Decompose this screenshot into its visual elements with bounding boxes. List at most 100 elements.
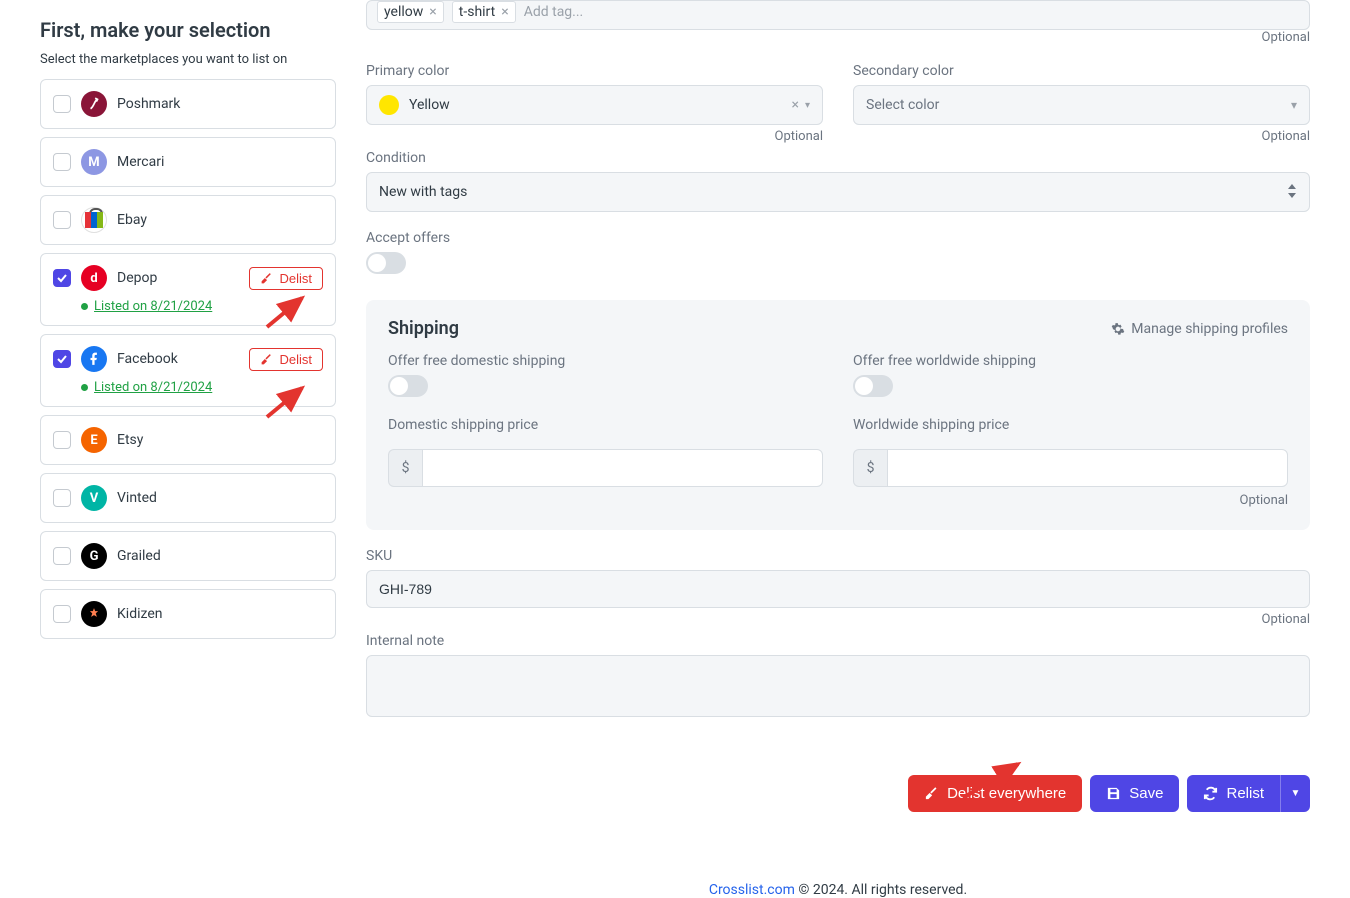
marketplace-name: Depop (117, 270, 157, 286)
tag-chip[interactable]: t-shirt × (452, 1, 516, 23)
free-worldwide-label: Offer free worldwide shipping (853, 353, 1288, 369)
broom-icon (924, 786, 939, 801)
checkbox[interactable] (53, 211, 71, 229)
checkbox[interactable] (53, 350, 71, 368)
color-swatch-icon (379, 95, 399, 115)
marketplace-name: Ebay (117, 212, 147, 228)
sidebar-subtitle: Select the marketplaces you want to list… (40, 52, 336, 67)
delist-button[interactable]: Delist (249, 348, 323, 371)
shipping-heading: Shipping (388, 318, 459, 339)
worldwide-price-label: Worldwide shipping price (853, 417, 1288, 433)
facebook-icon (81, 346, 107, 372)
sku-label: SKU (366, 548, 1310, 564)
primary-color-select[interactable]: Yellow × ▾ (366, 85, 823, 125)
marketplace-item-facebook[interactable]: Facebook Delist Listed on 8/21/2024 (40, 334, 336, 407)
tag-placeholder: Add tag... (524, 4, 584, 20)
marketplace-name: Vinted (117, 490, 157, 506)
sidebar-heading: First, make your selection (40, 18, 336, 42)
internal-note-textarea[interactable] (366, 655, 1310, 717)
checkbox[interactable] (53, 153, 71, 171)
free-domestic-toggle[interactable] (388, 375, 428, 397)
secondary-color-select[interactable]: Select color ▾ (853, 85, 1310, 125)
manage-shipping-profiles-link[interactable]: Manage shipping profiles (1111, 321, 1288, 337)
marketplace-name: Facebook (117, 351, 178, 367)
broom-icon (260, 272, 273, 285)
poshmark-icon (81, 91, 107, 117)
accept-offers-toggle[interactable] (366, 252, 406, 274)
optional-note: Optional (366, 129, 823, 144)
sort-icon[interactable] (1287, 184, 1297, 201)
checkbox[interactable] (53, 547, 71, 565)
domestic-price-input[interactable] (422, 449, 823, 487)
crosslist-link[interactable]: Crosslist.com (709, 882, 795, 898)
remove-tag-icon[interactable]: × (501, 4, 508, 20)
chevron-down-icon[interactable]: ▾ (1291, 98, 1297, 112)
broom-icon (260, 353, 273, 366)
gear-icon (1111, 322, 1125, 336)
etsy-icon: E (81, 427, 107, 453)
shipping-panel: Shipping Manage shipping profiles Offer … (366, 300, 1310, 530)
worldwide-price-input[interactable] (887, 449, 1288, 487)
relist-dropdown-toggle[interactable]: ▼ (1280, 775, 1310, 812)
marketplace-item-poshmark[interactable]: Poshmark (40, 79, 336, 129)
listed-status-link[interactable]: Listed on 8/21/2024 (81, 299, 323, 314)
internal-note-label: Internal note (366, 633, 1310, 649)
optional-note: Optional (388, 493, 1288, 508)
condition-select[interactable]: New with tags (366, 172, 1310, 212)
caret-down-icon: ▼ (1291, 788, 1301, 799)
listed-status-link[interactable]: Listed on 8/21/2024 (81, 380, 323, 395)
checkbox[interactable] (53, 431, 71, 449)
delist-everywhere-button[interactable]: Delist everywhere (908, 775, 1082, 812)
relist-button[interactable]: Relist (1187, 775, 1280, 812)
vinted-icon: V (81, 485, 107, 511)
marketplace-item-grailed[interactable]: G Grailed (40, 531, 336, 581)
save-icon (1106, 786, 1121, 801)
clear-icon[interactable]: × (791, 97, 798, 113)
checkbox[interactable] (53, 605, 71, 623)
secondary-color-placeholder: Select color (866, 97, 939, 113)
marketplace-name: Kidizen (117, 606, 162, 622)
checkbox[interactable] (53, 489, 71, 507)
optional-note: Optional (366, 612, 1310, 627)
sidebar: First, make your selection Select the ma… (40, 0, 336, 898)
marketplace-item-etsy[interactable]: E Etsy (40, 415, 336, 465)
action-bar: Delist everywhere Save Relist ▼ (366, 775, 1310, 812)
currency-symbol: $ (388, 449, 422, 487)
ebay-icon (81, 207, 107, 233)
marketplace-list: Poshmark M Mercari Ebay (40, 79, 336, 639)
sku-input[interactable] (366, 570, 1310, 608)
mercari-icon: M (81, 149, 107, 175)
checkbox[interactable] (53, 95, 71, 113)
domestic-price-label: Domestic shipping price (388, 417, 823, 433)
free-worldwide-toggle[interactable] (853, 375, 893, 397)
tag-input[interactable]: yellow × t-shirt × Add tag... (366, 0, 1310, 30)
marketplace-item-depop[interactable]: d Depop Delist Listed on 8/21/2024 (40, 253, 336, 326)
grailed-icon: G (81, 543, 107, 569)
optional-note: Optional (366, 30, 1310, 45)
currency-symbol: $ (853, 449, 887, 487)
secondary-color-label: Secondary color (853, 63, 1310, 79)
condition-label: Condition (366, 150, 1310, 166)
footer: Crosslist.com © 2024. All rights reserve… (366, 882, 1310, 898)
save-button[interactable]: Save (1090, 775, 1179, 812)
marketplace-name: Poshmark (117, 96, 180, 112)
marketplace-name: Etsy (117, 432, 143, 448)
tag-chip[interactable]: yellow × (377, 1, 444, 23)
marketplace-item-kidizen[interactable]: Kidizen (40, 589, 336, 639)
checkbox[interactable] (53, 269, 71, 287)
refresh-icon (1203, 786, 1218, 801)
marketplace-item-mercari[interactable]: M Mercari (40, 137, 336, 187)
condition-value: New with tags (379, 184, 467, 200)
marketplace-name: Grailed (117, 548, 161, 564)
free-domestic-label: Offer free domestic shipping (388, 353, 823, 369)
status-dot-icon (81, 303, 88, 310)
delist-button[interactable]: Delist (249, 267, 323, 290)
marketplace-name: Mercari (117, 154, 164, 170)
chevron-down-icon[interactable]: ▾ (805, 100, 810, 111)
optional-note: Optional (853, 129, 1310, 144)
main-form: yellow × t-shirt × Add tag... Optional P… (366, 0, 1310, 898)
accept-offers-label: Accept offers (366, 230, 1310, 246)
marketplace-item-ebay[interactable]: Ebay (40, 195, 336, 245)
remove-tag-icon[interactable]: × (429, 4, 436, 20)
marketplace-item-vinted[interactable]: V Vinted (40, 473, 336, 523)
